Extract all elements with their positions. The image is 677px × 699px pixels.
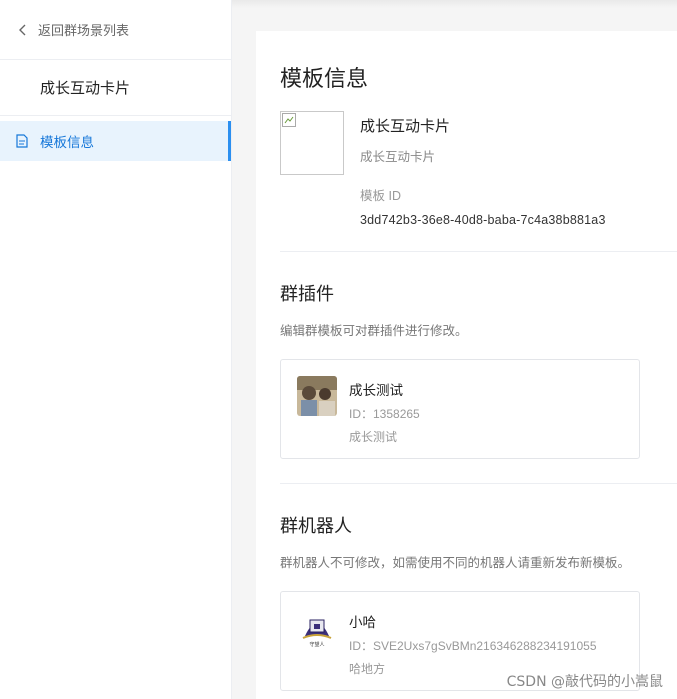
sidebar: 返回群场景列表 成长互动卡片 模板信息: [0, 0, 232, 699]
robot-name: 小哈: [349, 615, 376, 630]
plugin-description: 成长测试: [349, 430, 398, 444]
back-link-label: 返回群场景列表: [38, 23, 130, 38]
plugins-description: 编辑群模板可对群插件进行修改。: [280, 324, 468, 338]
robot-id: ID：SVE2Uxs7gSvBMn216346288234191055: [349, 639, 597, 653]
plugin-card[interactable]: 成长测试 ID：1358265 成长测试: [280, 359, 640, 459]
sidebar-item-template-info[interactable]: 模板信息: [0, 121, 231, 161]
plugin-id: ID：1358265: [349, 407, 420, 421]
robot-avatar-label: 守望人: [309, 641, 324, 648]
template-id-value: 3dd742b3-36e8-40d8-baba-7c4a38b881a3: [360, 213, 606, 227]
template-summary: 成长互动卡片 成长互动卡片 模板 ID 3dd742b3-36e8-40d8-b…: [280, 111, 677, 227]
watermark: CSDN @敲代码的小嵩鼠: [506, 674, 663, 690]
divider: [280, 251, 677, 252]
template-id-label: 模板 ID: [360, 189, 401, 203]
plugin-name: 成长测试: [349, 383, 403, 398]
divider: [280, 483, 677, 484]
top-shadow: [232, 0, 677, 8]
chevron-left-icon: [19, 24, 26, 35]
template-name: 成长互动卡片: [360, 118, 451, 135]
robots-description: 群机器人不可修改，如需使用不同的机器人请重新发布新模板。: [280, 556, 631, 570]
sidebar-title: 成长互动卡片: [0, 60, 231, 116]
document-icon: [16, 134, 28, 148]
robots-heading: 群机器人: [280, 516, 352, 536]
template-subtitle: 成长互动卡片: [360, 150, 436, 164]
sidebar-item-label: 模板信息: [40, 135, 94, 150]
broken-image-icon: [282, 113, 296, 127]
back-to-scene-list-link[interactable]: 返回群场景列表: [0, 0, 231, 60]
plugins-heading: 群插件: [280, 284, 334, 304]
plugin-avatar: [297, 376, 337, 416]
robot-avatar: 守望人: [297, 608, 337, 648]
page-title: 模板信息: [280, 66, 369, 91]
template-thumbnail: [280, 111, 344, 175]
main-panel: 模板信息 成长互动卡片 成长互动卡片 模板 ID 3dd742b3-36e8-4…: [256, 31, 677, 699]
